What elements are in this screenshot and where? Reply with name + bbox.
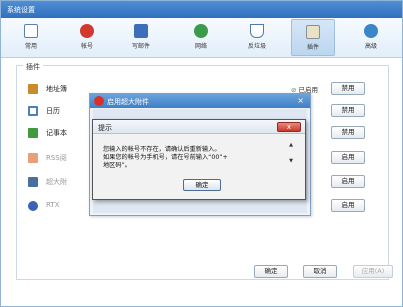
settings-window: 系统设置 常用 帐号 写邮件 网络 反垃圾 插件 高级 插件 地址簿 ⊘ 已启用… [0,0,403,307]
apply-button[interactable]: 应用(A) [353,265,393,278]
network-icon [194,24,208,38]
tab-antispam-label: 反垃圾 [247,43,266,50]
tab-network[interactable]: 网络 [179,19,223,56]
dialog-title: 启用超大附件 [107,98,149,106]
alert-message-line: 如果您的帐号为手机号，请在号前输入“00”+ [103,154,228,161]
ok-button[interactable]: 确定 [254,265,288,278]
alert-message: 您输入的帐号不存在，请确认后重新输入。 如果您的帐号为手机号，请在号前输入“00… [103,146,283,170]
alert-title: 提示 [98,124,112,132]
alert-scrollbar[interactable]: ▲ ▼ [287,142,295,168]
enable-button[interactable]: 启用 [331,151,365,164]
tab-advanced-label: 高级 [364,43,377,50]
plugins-panel-title: 插件 [23,62,43,72]
tab-compose-label: 写邮件 [131,43,150,50]
disable-button[interactable]: 禁用 [331,82,365,95]
rss-icon [28,153,38,163]
plugin-label: RSS阅 [46,154,67,162]
tab-compose[interactable]: 写邮件 [119,19,163,56]
calendar-icon [28,106,38,116]
title-bar: 系统设置 [1,1,402,18]
antispam-icon [250,24,264,38]
attachment-icon [28,177,38,187]
scroll-down-icon[interactable]: ▼ [287,158,295,164]
address-book-icon [28,84,38,94]
tab-plugin-label: 插件 [306,44,319,51]
alert-close-button[interactable]: x [277,122,301,132]
plugin-icon [306,25,320,39]
account-icon [80,24,94,38]
tab-account[interactable]: 帐号 [65,19,109,56]
plugin-label: 地址簿 [46,85,67,93]
alert-message-line: 地区码”。 [103,162,131,169]
tab-advanced[interactable]: 高级 [349,19,393,56]
enable-button[interactable]: 启用 [331,175,365,188]
app-logo-icon [94,96,104,106]
tab-common[interactable]: 常用 [9,19,53,56]
disable-button[interactable]: 禁用 [331,126,365,139]
tab-antispam[interactable]: 反垃圾 [235,19,279,56]
enable-button[interactable]: 启用 [331,199,365,212]
disable-button[interactable]: 禁用 [331,104,365,117]
tab-plugin[interactable]: 插件 [291,19,335,56]
plugin-label: 记事本 [46,129,67,137]
alert-message-line: 您输入的帐号不存在，请确认后重新输入。 [103,146,221,153]
dialog-title-bar: 启用超大附件 × [90,94,310,108]
settings-toolbar: 常用 帐号 写邮件 网络 反垃圾 插件 高级 [1,18,402,58]
plugin-label: RTX [46,201,60,209]
scroll-track [287,148,295,158]
window-title: 系统设置 [7,6,35,14]
rtx-icon [28,201,38,211]
advanced-icon [364,24,378,38]
compose-icon [134,24,148,38]
tab-network-label: 网络 [194,43,207,50]
common-icon [24,24,38,38]
close-icon[interactable]: × [297,96,304,105]
tab-account-label: 帐号 [80,43,93,50]
alert-title-bar: 提示 x [93,120,305,134]
alert-ok-button[interactable]: 确定 [183,179,221,191]
alert-dialog: 提示 x 您输入的帐号不存在，请确认后重新输入。 如果您的帐号为手机号，请在号前… [92,119,306,200]
cancel-button[interactable]: 取消 [303,265,337,278]
notepad-icon [28,128,38,138]
plugin-label: 日历 [46,107,60,115]
tab-common-label: 常用 [24,43,37,50]
plugin-label: 超大附 [46,178,67,186]
